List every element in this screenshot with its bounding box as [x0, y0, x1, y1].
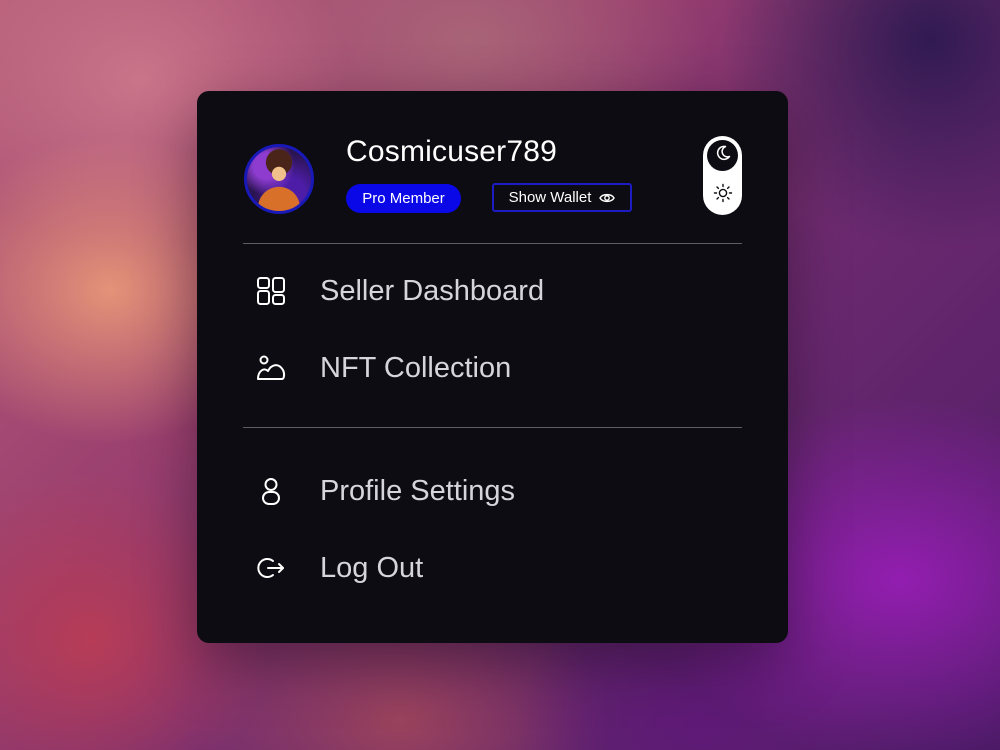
menu-item-nft-collection[interactable]: NFT Collection [255, 343, 735, 393]
dashboard-grid-icon [255, 275, 287, 307]
avatar[interactable] [244, 144, 314, 214]
moon-icon [714, 144, 732, 167]
menu-item-label: Log Out [320, 551, 424, 584]
profile-menu-card: Cosmicuser789 Pro Member Show Wallet Sel… [197, 91, 788, 643]
membership-badge: Pro Member [346, 184, 461, 213]
dark-mode-knob[interactable] [707, 140, 738, 171]
menu-item-label: NFT Collection [320, 351, 512, 384]
menu-item-seller-dashboard[interactable]: Seller Dashboard [255, 266, 735, 316]
user-icon [255, 475, 287, 507]
logout-icon [255, 552, 287, 584]
light-mode-option[interactable] [707, 180, 738, 211]
eye-icon [599, 192, 616, 204]
theme-toggle[interactable] [703, 136, 742, 215]
menu-item-profile-settings[interactable]: Profile Settings [255, 466, 735, 516]
menu-item-label: Profile Settings [320, 474, 516, 507]
show-wallet-button[interactable]: Show Wallet [492, 183, 632, 212]
sun-icon [713, 183, 733, 208]
show-wallet-label: Show Wallet [508, 189, 592, 206]
username: Cosmicuser789 [346, 135, 558, 168]
menu-item-label: Seller Dashboard [320, 274, 545, 307]
menu-item-log-out[interactable]: Log Out [255, 543, 735, 593]
image-landscape-icon [255, 352, 287, 384]
divider [243, 427, 742, 428]
divider [243, 243, 742, 244]
